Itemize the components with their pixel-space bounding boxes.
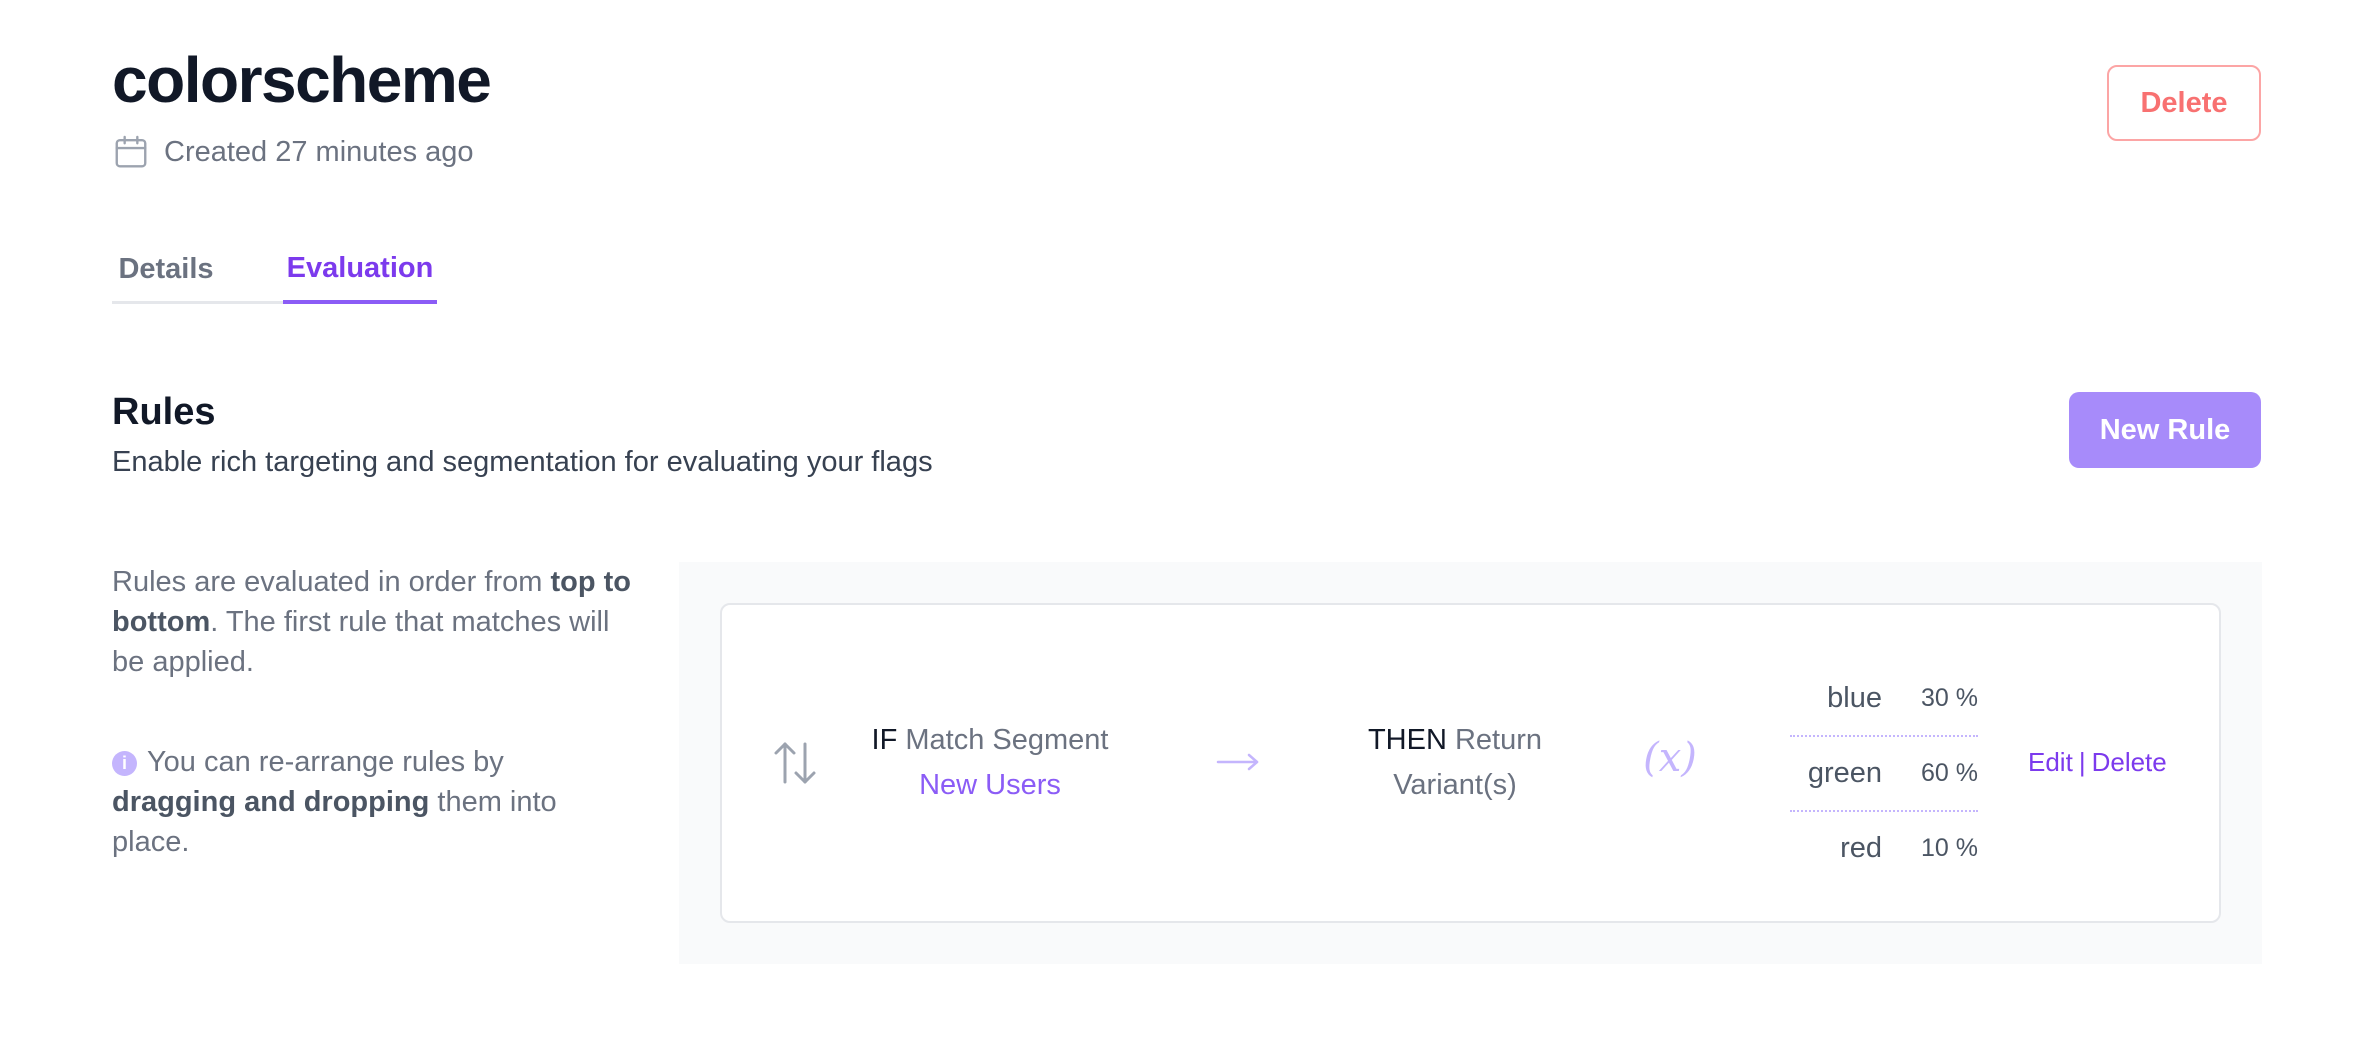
- distribution-list: blue 30 % green 60 % red 10 %: [1790, 662, 1978, 885]
- delete-rule-link[interactable]: Delete: [2092, 747, 2167, 778]
- created-text: Created 27 minutes ago: [164, 135, 474, 168]
- new-rule-button[interactable]: New Rule: [2069, 392, 2261, 468]
- variant-name: red: [1840, 832, 1882, 864]
- delete-flag-button[interactable]: Delete: [2107, 65, 2261, 141]
- arrow-right-icon: [1216, 753, 1259, 771]
- then-keyword: THEN: [1367, 724, 1447, 756]
- rules-subtitle: Enable rich targeting and segmentation f…: [112, 446, 933, 478]
- segment-link[interactable]: New Users: [860, 763, 1120, 808]
- rule-result: THEN Return Variant(s): [1350, 718, 1560, 808]
- rule-actions: Edit | Delete: [2028, 742, 2167, 782]
- match-text: Match Segment: [905, 724, 1109, 756]
- created-meta: Created 27 minutes ago: [112, 132, 474, 172]
- variant-percent: 10 %: [1921, 834, 1978, 862]
- calendar-icon: [115, 135, 147, 168]
- page-title: colorscheme: [112, 44, 492, 116]
- variant-name: blue: [1827, 682, 1882, 714]
- variant-percent: 30 %: [1921, 684, 1978, 712]
- if-keyword: IF: [871, 724, 898, 756]
- rule-condition: IF Match Segment New Users: [860, 718, 1120, 808]
- drag-handle-icon[interactable]: [772, 738, 818, 788]
- rules-order-help: Rules are evaluated in order from top to…: [112, 566, 631, 678]
- rules-drag-help: i You can re-arrange rules by dragging an…: [112, 746, 557, 858]
- variant-name: green: [1807, 757, 1882, 789]
- distribution-row: red 10 %: [1790, 812, 1978, 885]
- tab-evaluation[interactable]: Evaluation: [283, 236, 437, 304]
- rules-heading: Rules: [112, 391, 216, 433]
- variant-percent: 60 %: [1921, 759, 1978, 787]
- distribution-row: green 60 %: [1790, 737, 1978, 812]
- edit-rule-link[interactable]: Edit: [2028, 747, 2073, 778]
- tab-details[interactable]: Details: [112, 236, 220, 302]
- variable-fx-icon: (x): [1643, 735, 1697, 781]
- distribution-row: blue 30 %: [1790, 662, 1978, 737]
- info-icon: i: [112, 751, 137, 776]
- action-separator: |: [2078, 746, 2086, 777]
